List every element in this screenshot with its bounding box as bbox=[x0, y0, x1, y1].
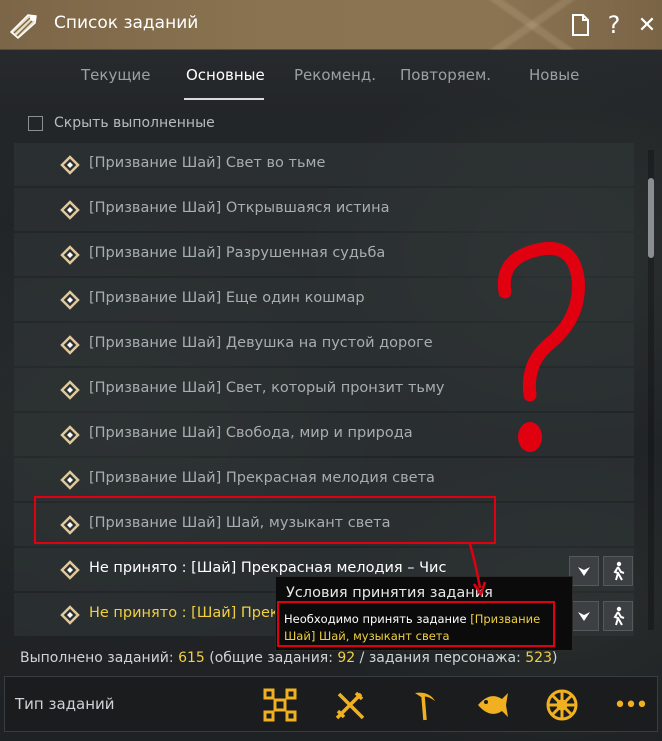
hide-completed-filter[interactable]: Скрыть выполненные bbox=[28, 115, 215, 131]
quest-row[interactable]: [Призвание Шай] Еще один кошмар bbox=[14, 278, 634, 321]
tab-repeatable[interactable]: Повторяем. bbox=[400, 66, 491, 84]
hide-completed-checkbox[interactable] bbox=[28, 115, 43, 131]
quest-diamond-icon bbox=[60, 425, 80, 445]
quest-type-bar: Тип заданий ••• bbox=[4, 676, 658, 732]
hide-completed-label: Скрыть выполненные bbox=[54, 115, 215, 131]
walking-person-icon bbox=[613, 606, 625, 626]
quest-diamond-icon bbox=[60, 605, 80, 625]
quest-list: [Призвание Шай] Свет во тьме [Призвание … bbox=[14, 143, 634, 637]
quest-diamond-icon bbox=[60, 290, 80, 310]
quest-diamond-icon bbox=[60, 470, 80, 490]
tab-main[interactable]: Основные bbox=[186, 66, 265, 84]
quest-title: Не принято : [Шай] Прекрасная мелодия – … bbox=[89, 560, 447, 576]
stats-total: 615 bbox=[178, 650, 205, 666]
scrollbar-thumb[interactable] bbox=[648, 178, 654, 258]
more-icon[interactable]: ••• bbox=[610, 685, 650, 725]
walking-person-icon bbox=[613, 561, 625, 581]
chevron-down-icon bbox=[578, 567, 590, 576]
quest-window: Список заданий ? ✕ Текущие Основные Реко… bbox=[0, 0, 662, 741]
quest-diamond-icon bbox=[60, 245, 80, 265]
quest-diamond-icon bbox=[60, 200, 80, 220]
quest-row[interactable]: [Призвание Шай] Прекрасная мелодия света bbox=[14, 458, 634, 501]
quest-type-label: Тип заданий bbox=[15, 695, 115, 713]
auto-path-button[interactable] bbox=[603, 556, 633, 586]
quest-title: [Призвание Шай] Девушка на пустой дороге bbox=[89, 335, 433, 351]
chevron-down-icon bbox=[578, 612, 590, 621]
tab-new[interactable]: Новые bbox=[529, 66, 579, 84]
quest-title: [Призвание Шай] Свет во тьме bbox=[89, 155, 326, 171]
quest-row[interactable]: [Призвание Шай] Свобода, мир и природа bbox=[14, 413, 634, 456]
quest-diamond-icon bbox=[60, 155, 80, 175]
fish-icon[interactable] bbox=[472, 685, 512, 725]
help-icon[interactable]: ? bbox=[601, 10, 627, 40]
navigate-button[interactable] bbox=[569, 601, 599, 631]
tooltip-body: Необходимо принять задание [Призвание Ша… bbox=[284, 611, 556, 645]
stats-character: 523 bbox=[525, 650, 552, 666]
scroll-icon bbox=[8, 10, 40, 40]
quest-diamond-icon bbox=[60, 515, 80, 535]
auto-path-button[interactable] bbox=[603, 601, 633, 631]
quest-title: [Призвание Шай] Прекрасная мелодия света bbox=[89, 470, 435, 486]
quest-condition-tooltip: Условия принятия задания Необходимо прин… bbox=[275, 576, 573, 651]
close-icon[interactable]: ✕ bbox=[634, 10, 660, 40]
quest-title: [Призвание Шай] Свет, который пронзит ть… bbox=[89, 380, 445, 396]
title-bar[interactable]: Список заданий ? ✕ bbox=[0, 0, 662, 50]
crossed-swords-icon[interactable] bbox=[330, 685, 370, 725]
quest-diamond-icon bbox=[60, 560, 80, 580]
stats-character-label: / задания персонажа: bbox=[355, 650, 526, 666]
quest-title: [Призвание Шай] Еще один кошмар bbox=[89, 290, 365, 306]
tooltip-title: Условия принятия задания bbox=[286, 585, 493, 601]
document-icon[interactable] bbox=[567, 10, 593, 40]
stats-general-label: (общие задания: bbox=[204, 650, 338, 666]
quest-diamond-icon bbox=[60, 335, 80, 355]
stats-general: 92 bbox=[337, 650, 356, 666]
quest-row[interactable]: [Призвание Шай] Шай, музыкант света bbox=[14, 503, 634, 546]
completed-stats: Выполнено заданий: 615 (общие задания: 9… bbox=[20, 650, 557, 666]
quest-row[interactable]: [Призвание Шай] Девушка на пустой дороге bbox=[14, 323, 634, 366]
stats-suffix: ) bbox=[551, 650, 558, 666]
quest-title: [Призвание Шай] Разрушенная судьба bbox=[89, 245, 386, 261]
quest-title: [Призвание Шай] Открывшаяся истина bbox=[89, 200, 390, 216]
active-tab-indicator bbox=[184, 98, 264, 100]
quest-row[interactable]: [Призвание Шай] Свет во тьме bbox=[14, 143, 634, 186]
quest-row[interactable]: [Призвание Шай] Открывшаяся истина bbox=[14, 188, 634, 231]
navigate-button[interactable] bbox=[569, 556, 599, 586]
quest-diamond-icon bbox=[60, 380, 80, 400]
wheel-icon[interactable] bbox=[542, 685, 582, 725]
quest-title: [Призвание Шай] Свобода, мир и природа bbox=[89, 425, 413, 441]
tooltip-body-prefix: Необходимо принять задание bbox=[284, 612, 471, 626]
quest-row[interactable]: [Призвание Шай] Разрушенная судьба bbox=[14, 233, 634, 276]
window-title: Список заданий bbox=[54, 13, 199, 33]
quest-title: [Призвание Шай] Шай, музыкант света bbox=[89, 515, 391, 531]
tab-recommended[interactable]: Рекоменд. bbox=[294, 66, 376, 84]
tab-current[interactable]: Текущие bbox=[81, 66, 150, 84]
stats-label: Выполнено заданий: bbox=[20, 650, 179, 666]
tab-bar: Текущие Основные Рекоменд. Повторяем. Но… bbox=[0, 58, 662, 102]
quest-row[interactable]: [Призвание Шай] Свет, который пронзит ть… bbox=[14, 368, 634, 411]
pickaxe-icon[interactable] bbox=[403, 685, 443, 725]
frame-icon[interactable] bbox=[260, 685, 300, 725]
